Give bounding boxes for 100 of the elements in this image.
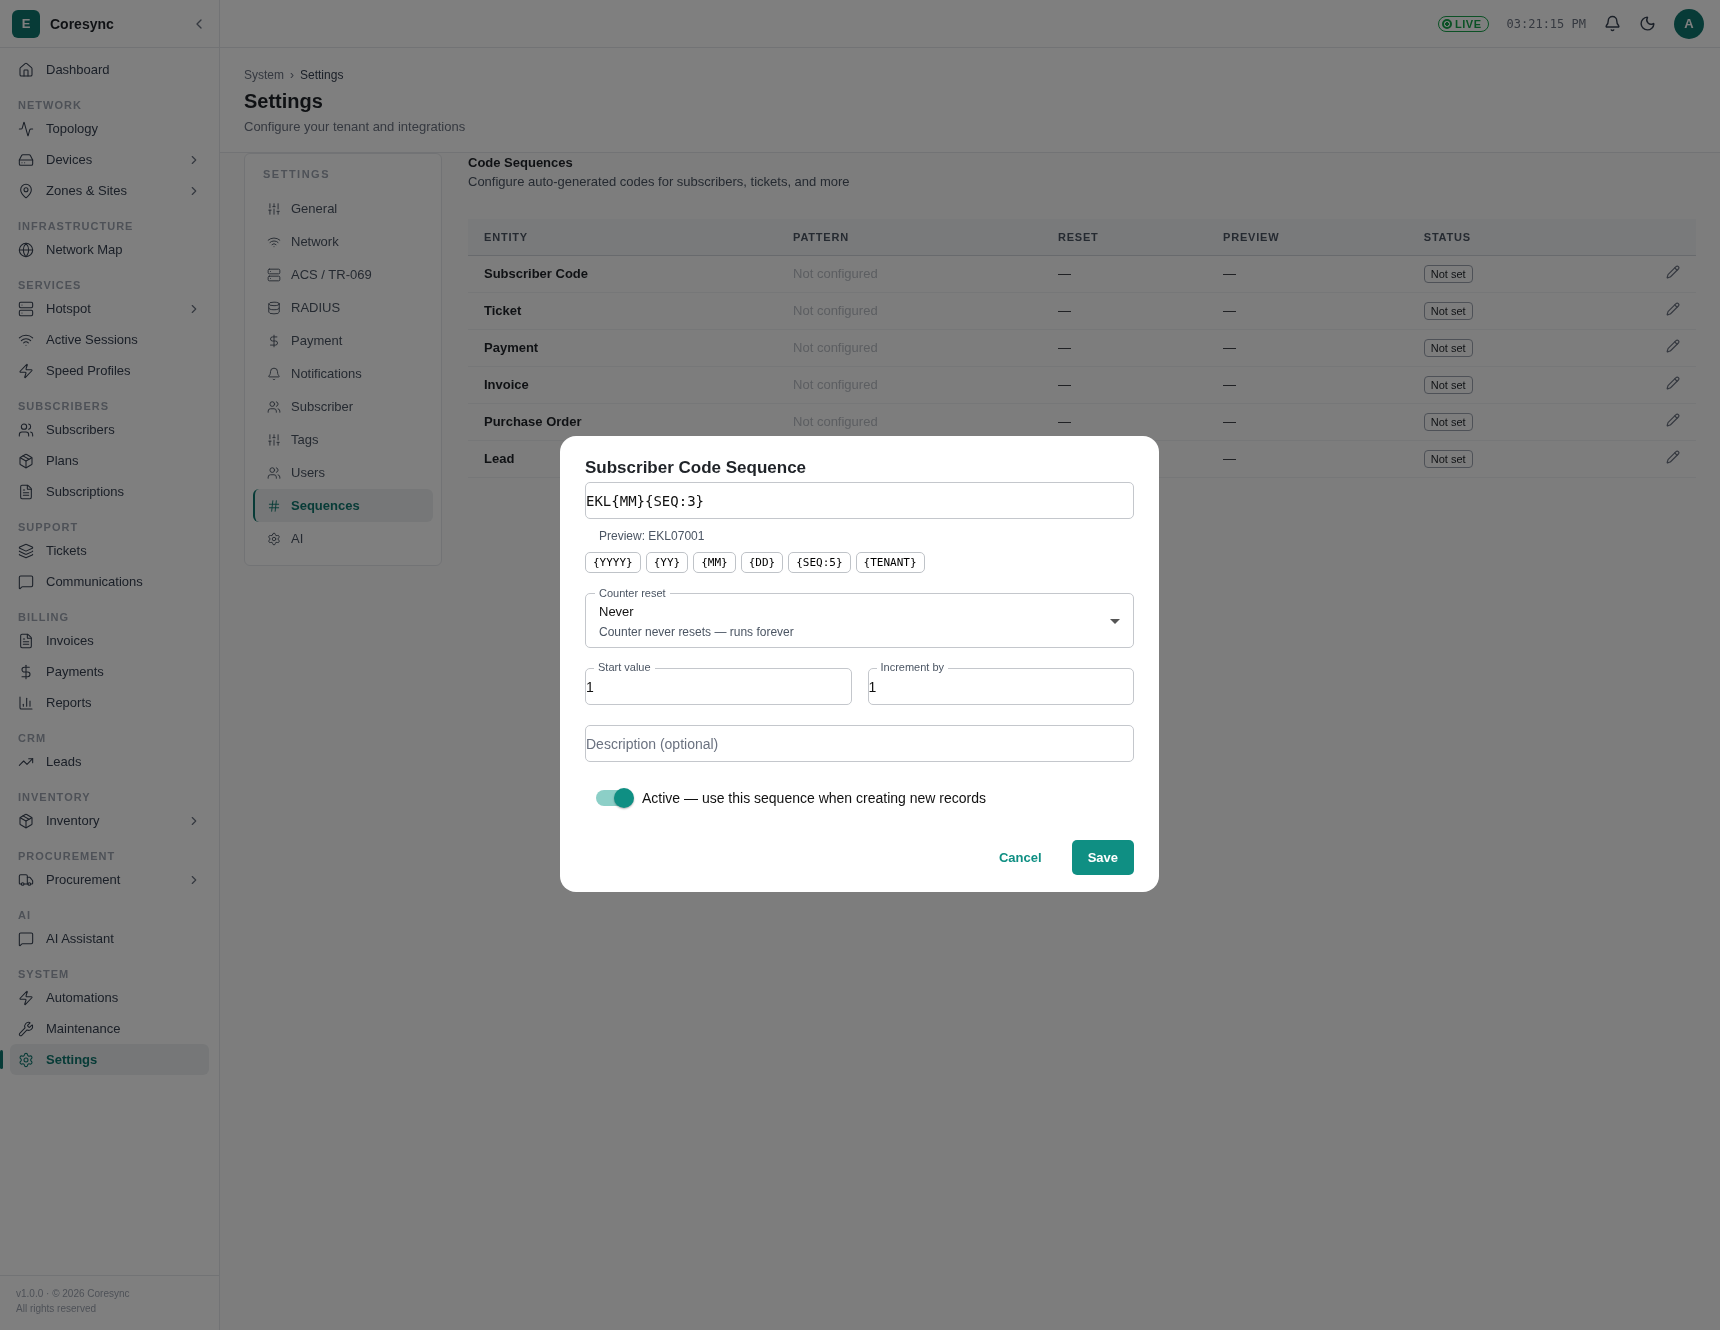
reset-text: — xyxy=(1057,414,1071,429)
breadcrumb-item[interactable]: System xyxy=(244,68,284,82)
token-chip[interactable]: {TENANT} xyxy=(855,552,925,573)
reset-text: — xyxy=(1057,340,1071,355)
token-chip[interactable]: {MM} xyxy=(693,552,736,573)
settings-nav-item[interactable]: Users xyxy=(253,456,433,489)
settings-nav-item[interactable]: RADIUS xyxy=(253,291,433,324)
edit-icon[interactable] xyxy=(1666,413,1680,427)
sidebar-item[interactable]: Inventory xyxy=(10,805,209,836)
page-title: Settings xyxy=(244,90,324,113)
token-chip[interactable]: {YYYY} xyxy=(585,552,641,573)
sidebar-item[interactable]: Payments xyxy=(10,656,209,687)
field-label: Start value xyxy=(594,661,655,673)
cancel-button[interactable]: Cancel xyxy=(993,840,1048,875)
reset-text: — xyxy=(1057,303,1071,318)
edit-icon[interactable] xyxy=(1666,376,1680,390)
nav-icon xyxy=(18,362,34,379)
save-button[interactable]: Save xyxy=(1071,840,1134,875)
moon-icon[interactable] xyxy=(1639,15,1656,32)
sidebar-item[interactable]: Topology xyxy=(10,113,209,144)
description-field[interactable]: Description (optional) xyxy=(585,725,1134,762)
nav-icon xyxy=(18,300,34,317)
reset-text: — xyxy=(1057,266,1071,281)
nav-icon xyxy=(18,694,34,711)
nav-icon xyxy=(267,267,281,282)
nav-icon xyxy=(18,542,34,559)
sidebar-item[interactable]: Subscribers xyxy=(10,414,209,445)
nav-icon xyxy=(18,663,34,680)
breadcrumb-separator: › xyxy=(290,68,294,82)
section-description: Configure auto-generated codes for subscribers, tickets, and more xyxy=(468,174,851,189)
sidebar-item[interactable]: Communications xyxy=(10,566,209,597)
settings-nav-item[interactable]: Subscriber xyxy=(253,390,433,423)
sidebar-item[interactable]: Leads xyxy=(10,746,209,777)
edit-icon[interactable] xyxy=(1666,265,1680,279)
entity-name: Ticket xyxy=(484,303,522,318)
sidebar-item[interactable]: Active Sessions xyxy=(10,324,209,355)
edit-icon[interactable] xyxy=(1666,302,1680,316)
entity-name: Invoice xyxy=(484,377,529,392)
settings-nav-item[interactable]: Network xyxy=(253,225,433,258)
nav-icon xyxy=(267,399,281,414)
nav-icon xyxy=(267,234,281,249)
notifications-icon[interactable] xyxy=(1604,15,1621,32)
settings-nav-item[interactable]: Payment xyxy=(253,324,433,357)
nav-icon xyxy=(267,201,281,216)
settings-nav-item[interactable]: General xyxy=(253,192,433,225)
entity-name: Lead xyxy=(484,451,515,466)
status-badge: Not set xyxy=(1423,265,1473,283)
field-label: Increment by xyxy=(876,661,949,673)
user-avatar[interactable]: A xyxy=(1674,8,1704,39)
edit-icon[interactable] xyxy=(1666,450,1680,464)
sidebar-item[interactable]: Dashboard xyxy=(10,54,209,85)
nav-icon xyxy=(18,120,34,137)
dropdown-caret-icon xyxy=(1110,619,1120,624)
status-badge: Not set xyxy=(1423,302,1473,320)
sidebar-item[interactable]: Hotspot xyxy=(10,293,209,324)
preview-text: — xyxy=(1223,377,1237,392)
nav-icon xyxy=(267,333,281,348)
sidebar-item[interactable]: Zones & Sites xyxy=(10,175,209,206)
nav-icon xyxy=(18,452,34,469)
entity-name: Purchase Order xyxy=(484,414,582,429)
pattern-field[interactable]: EKL{MM}{SEQ:3} xyxy=(585,482,1134,519)
settings-nav-item[interactable]: Sequences xyxy=(253,489,433,522)
sidebar-item[interactable]: Reports xyxy=(10,687,209,718)
preview-text: — xyxy=(1223,340,1237,355)
nav-icon xyxy=(18,871,34,888)
sidebar-item[interactable]: Subscriptions xyxy=(10,476,209,507)
nav-icon xyxy=(18,61,34,78)
sidebar-item[interactable]: Network Map xyxy=(10,234,209,265)
sidebar-item[interactable]: Tickets xyxy=(10,535,209,566)
sidebar-item[interactable]: Devices xyxy=(10,144,209,175)
toggle-label: Active — use this sequence when creating new records xyxy=(642,790,986,806)
settings-nav-item[interactable]: ACS / TR-069 xyxy=(253,258,433,291)
token-chip[interactable]: {SEQ:5} xyxy=(788,552,851,573)
status-badge: Not set xyxy=(1423,450,1473,468)
nav-icon xyxy=(267,531,281,546)
sidebar-item[interactable]: Invoices xyxy=(10,625,209,656)
settings-nav-item[interactable]: AI xyxy=(253,522,433,555)
sidebar-item[interactable]: Maintenance xyxy=(10,1013,209,1044)
dialog-title: Subscriber Code Sequence xyxy=(585,458,808,478)
nav-icon xyxy=(18,182,34,199)
token-chip[interactable]: {YY} xyxy=(645,552,689,573)
nav-icon xyxy=(267,366,281,381)
column-header: ENTITY xyxy=(468,219,778,255)
sidebar-item[interactable]: Automations xyxy=(10,982,209,1013)
sidebar-item[interactable]: Procurement xyxy=(10,864,209,895)
status-badge: Not set xyxy=(1423,339,1473,357)
edit-icon[interactable] xyxy=(1666,339,1680,353)
nav-icon xyxy=(18,1020,34,1037)
reset-text: — xyxy=(1057,377,1071,392)
nav-icon xyxy=(18,632,34,649)
sidebar-item[interactable]: Speed Profiles xyxy=(10,355,209,386)
sidebar-item[interactable]: Plans xyxy=(10,445,209,476)
active-toggle[interactable] xyxy=(596,790,632,806)
settings-nav-item[interactable]: Tags xyxy=(253,423,433,456)
sidebar-item[interactable]: AI Assistant xyxy=(10,923,209,954)
nav-icon xyxy=(18,989,34,1006)
preview-text: Preview: EKL07001 xyxy=(598,528,706,545)
nav-icon xyxy=(18,573,34,590)
settings-nav-item[interactable]: Notifications xyxy=(253,357,433,390)
token-chip[interactable]: {DD} xyxy=(740,552,784,573)
